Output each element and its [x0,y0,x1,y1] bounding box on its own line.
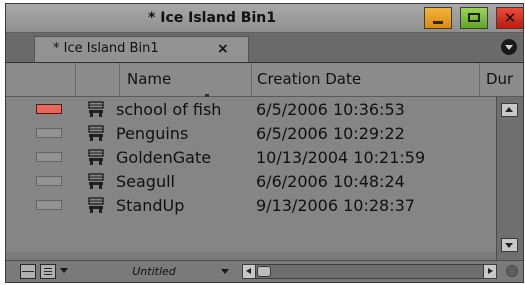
clip-icon [88,125,104,141]
minimize-button[interactable] [424,7,452,29]
clip-color-swatch [36,200,62,210]
bin-view-selector[interactable]: Untitled [94,264,234,280]
scroll-up-button[interactable] [501,103,518,117]
clip-name: StandUp [116,196,185,215]
clip-icon [88,173,104,189]
clip-list: school of fish 6/5/2006 10:36:53 Penguin… [6,97,496,252]
clip-name: GoldenGate [116,148,212,167]
clip-color-swatch [36,128,62,138]
bin-view-label: Untitled [132,265,176,278]
scroll-thumb[interactable] [257,266,271,277]
tab-close-button[interactable]: × [217,37,229,61]
clip-creation-date: 9/13/2006 10:28:37 [256,196,415,215]
bin-window: * Ice Island Bin1 ✕ * Ice Island Bin1 × … [5,3,524,283]
clip-creation-date: 10/13/2004 10:21:59 [256,148,426,167]
list-item[interactable]: StandUp 9/13/2006 10:28:37 [6,194,496,217]
clip-color-swatch [36,104,62,114]
window-title: * Ice Island Bin1 [148,10,276,26]
column-header-name[interactable]: Name [120,63,252,96]
maximize-button[interactable] [460,7,488,29]
tab-label: * Ice Island Bin1 [53,41,159,56]
column-header-color[interactable] [6,63,76,96]
clip-creation-date: 6/6/2006 10:48:24 [256,172,405,191]
tab-bar: * Ice Island Bin1 × [6,33,523,63]
tab-ice-island-bin1[interactable]: * Ice Island Bin1 × [34,36,249,62]
title-bar[interactable]: * Ice Island Bin1 ✕ [6,4,523,33]
clip-name: Penguins [116,124,189,143]
view-menu-caret-icon[interactable] [60,268,68,273]
maximize-icon [468,13,480,22]
scroll-right-button[interactable] [483,265,496,278]
clip-creation-date: 6/5/2006 10:36:53 [256,100,405,119]
minimize-icon [433,21,443,24]
clip-name: school of fish [116,100,222,119]
horizontal-scrollbar[interactable] [242,264,497,279]
column-header-creation-date[interactable]: Creation Date [252,63,480,96]
fast-menu-icon[interactable] [501,39,517,55]
list-item[interactable]: Penguins 6/5/2006 10:29:22 [6,122,496,145]
clip-creation-date: 6/5/2006 10:29:22 [256,124,405,143]
list-item[interactable]: Seagull 6/6/2006 10:48:24 [6,170,496,193]
close-icon: ✕ [503,9,517,27]
clip-icon [88,101,104,117]
list-item[interactable]: GoldenGate 10/13/2004 10:21:59 [6,146,496,169]
chevron-down-icon [221,269,229,274]
clip-name: Seagull [116,172,175,191]
list-item[interactable]: school of fish 6/5/2006 10:36:53 [6,98,496,121]
scroll-left-button[interactable] [243,265,256,278]
resize-grip-icon[interactable] [506,265,518,277]
text-view-icon[interactable] [40,264,56,279]
clip-icon [88,197,104,213]
vertical-scrollbar[interactable] [496,97,523,260]
column-header-row: Name Creation Date Dur [6,63,523,98]
clip-icon [88,149,104,165]
bin-bottom-bar: Untitled [6,260,523,282]
clip-color-swatch [36,176,62,186]
frame-view-icon[interactable] [20,264,36,279]
column-header-duration[interactable]: Dur [480,63,523,96]
column-header-icon[interactable] [76,63,120,96]
clip-color-swatch [36,152,62,162]
close-window-button[interactable]: ✕ [496,7,523,29]
scroll-down-button[interactable] [501,238,518,252]
